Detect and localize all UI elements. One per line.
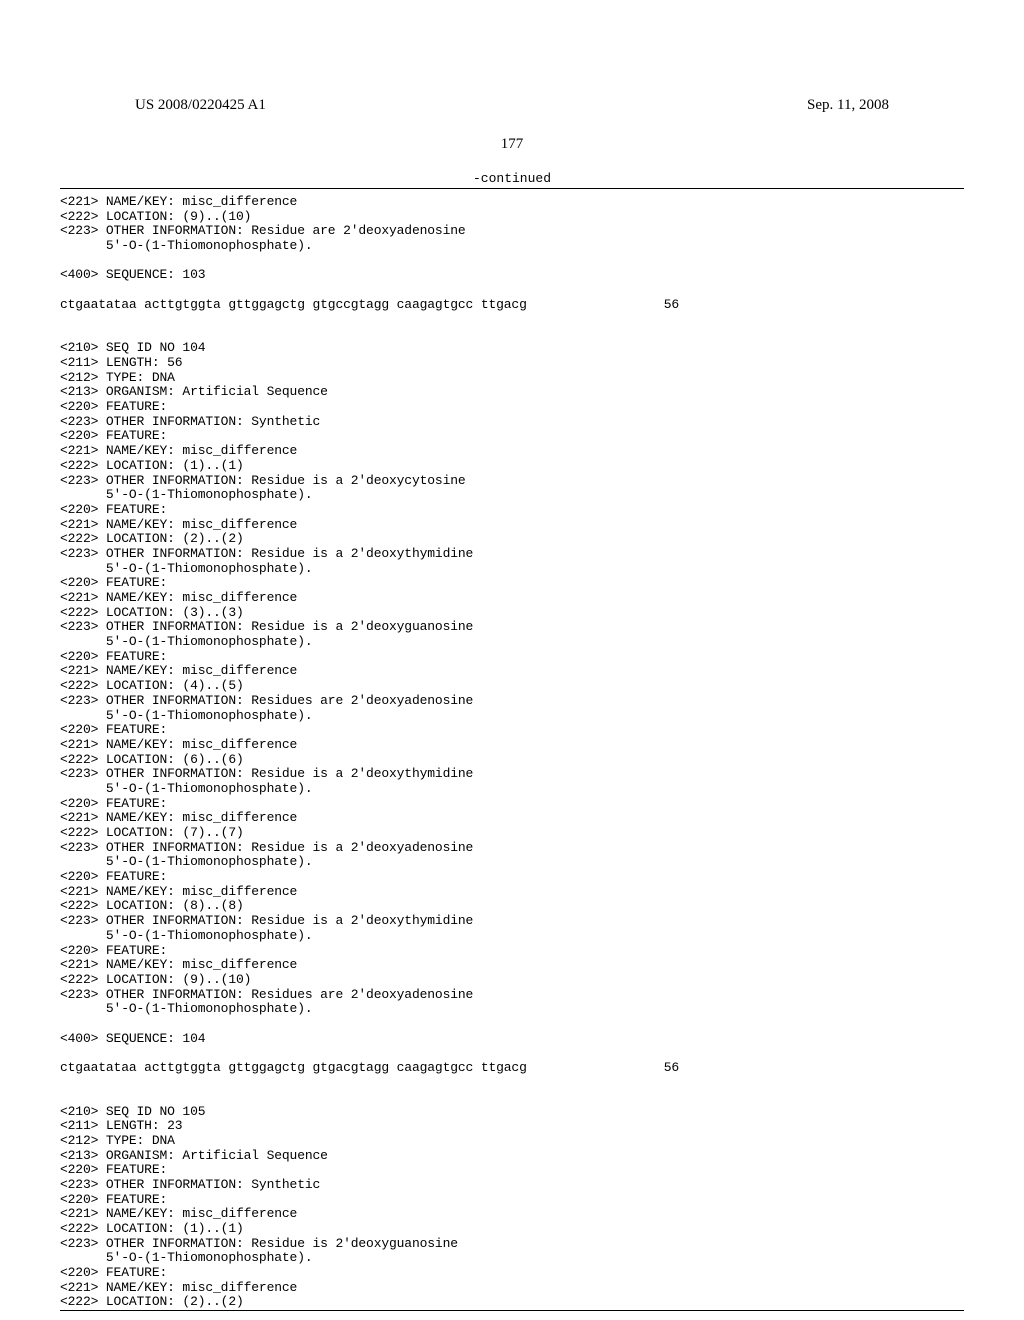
seq104-sequence-line: ctgaatataa acttgtggta gttggagctg gtgacgt…	[60, 1061, 964, 1076]
sequence-listing-content: <221> NAME/KEY: misc_difference <222> LO…	[60, 195, 964, 1310]
header-publication-number: US 2008/0220425 A1	[135, 97, 266, 114]
page-header: US 2008/0220425 A1 Sep. 11, 2008	[60, 97, 964, 114]
seq-block-2: <210> SEQ ID NO 104 <211> LENGTH: 56 <21…	[60, 341, 964, 1017]
seq103-sequence-text: ctgaatataa acttgtggta gttggagctg gtgccgt…	[60, 298, 527, 313]
seq104-sequence-text: ctgaatataa acttgtggta gttggagctg gtgacgt…	[60, 1061, 527, 1076]
horizontal-rule-bottom	[60, 1310, 964, 1311]
seq103-length-number: 56	[664, 298, 964, 313]
page-number: 177	[60, 136, 964, 153]
header-date: Sep. 11, 2008	[807, 97, 889, 114]
seq103-header: <400> SEQUENCE: 103	[60, 268, 964, 283]
seq103-sequence-line: ctgaatataa acttgtggta gttggagctg gtgccgt…	[60, 298, 964, 313]
seq104-header: <400> SEQUENCE: 104	[60, 1032, 964, 1047]
seq-block-3: <210> SEQ ID NO 105 <211> LENGTH: 23 <21…	[60, 1105, 964, 1311]
continued-label: -continued	[60, 171, 964, 186]
seq104-length-number: 56	[664, 1061, 964, 1076]
seq-block-1: <221> NAME/KEY: misc_difference <222> LO…	[60, 195, 964, 254]
horizontal-rule-top	[60, 188, 964, 189]
